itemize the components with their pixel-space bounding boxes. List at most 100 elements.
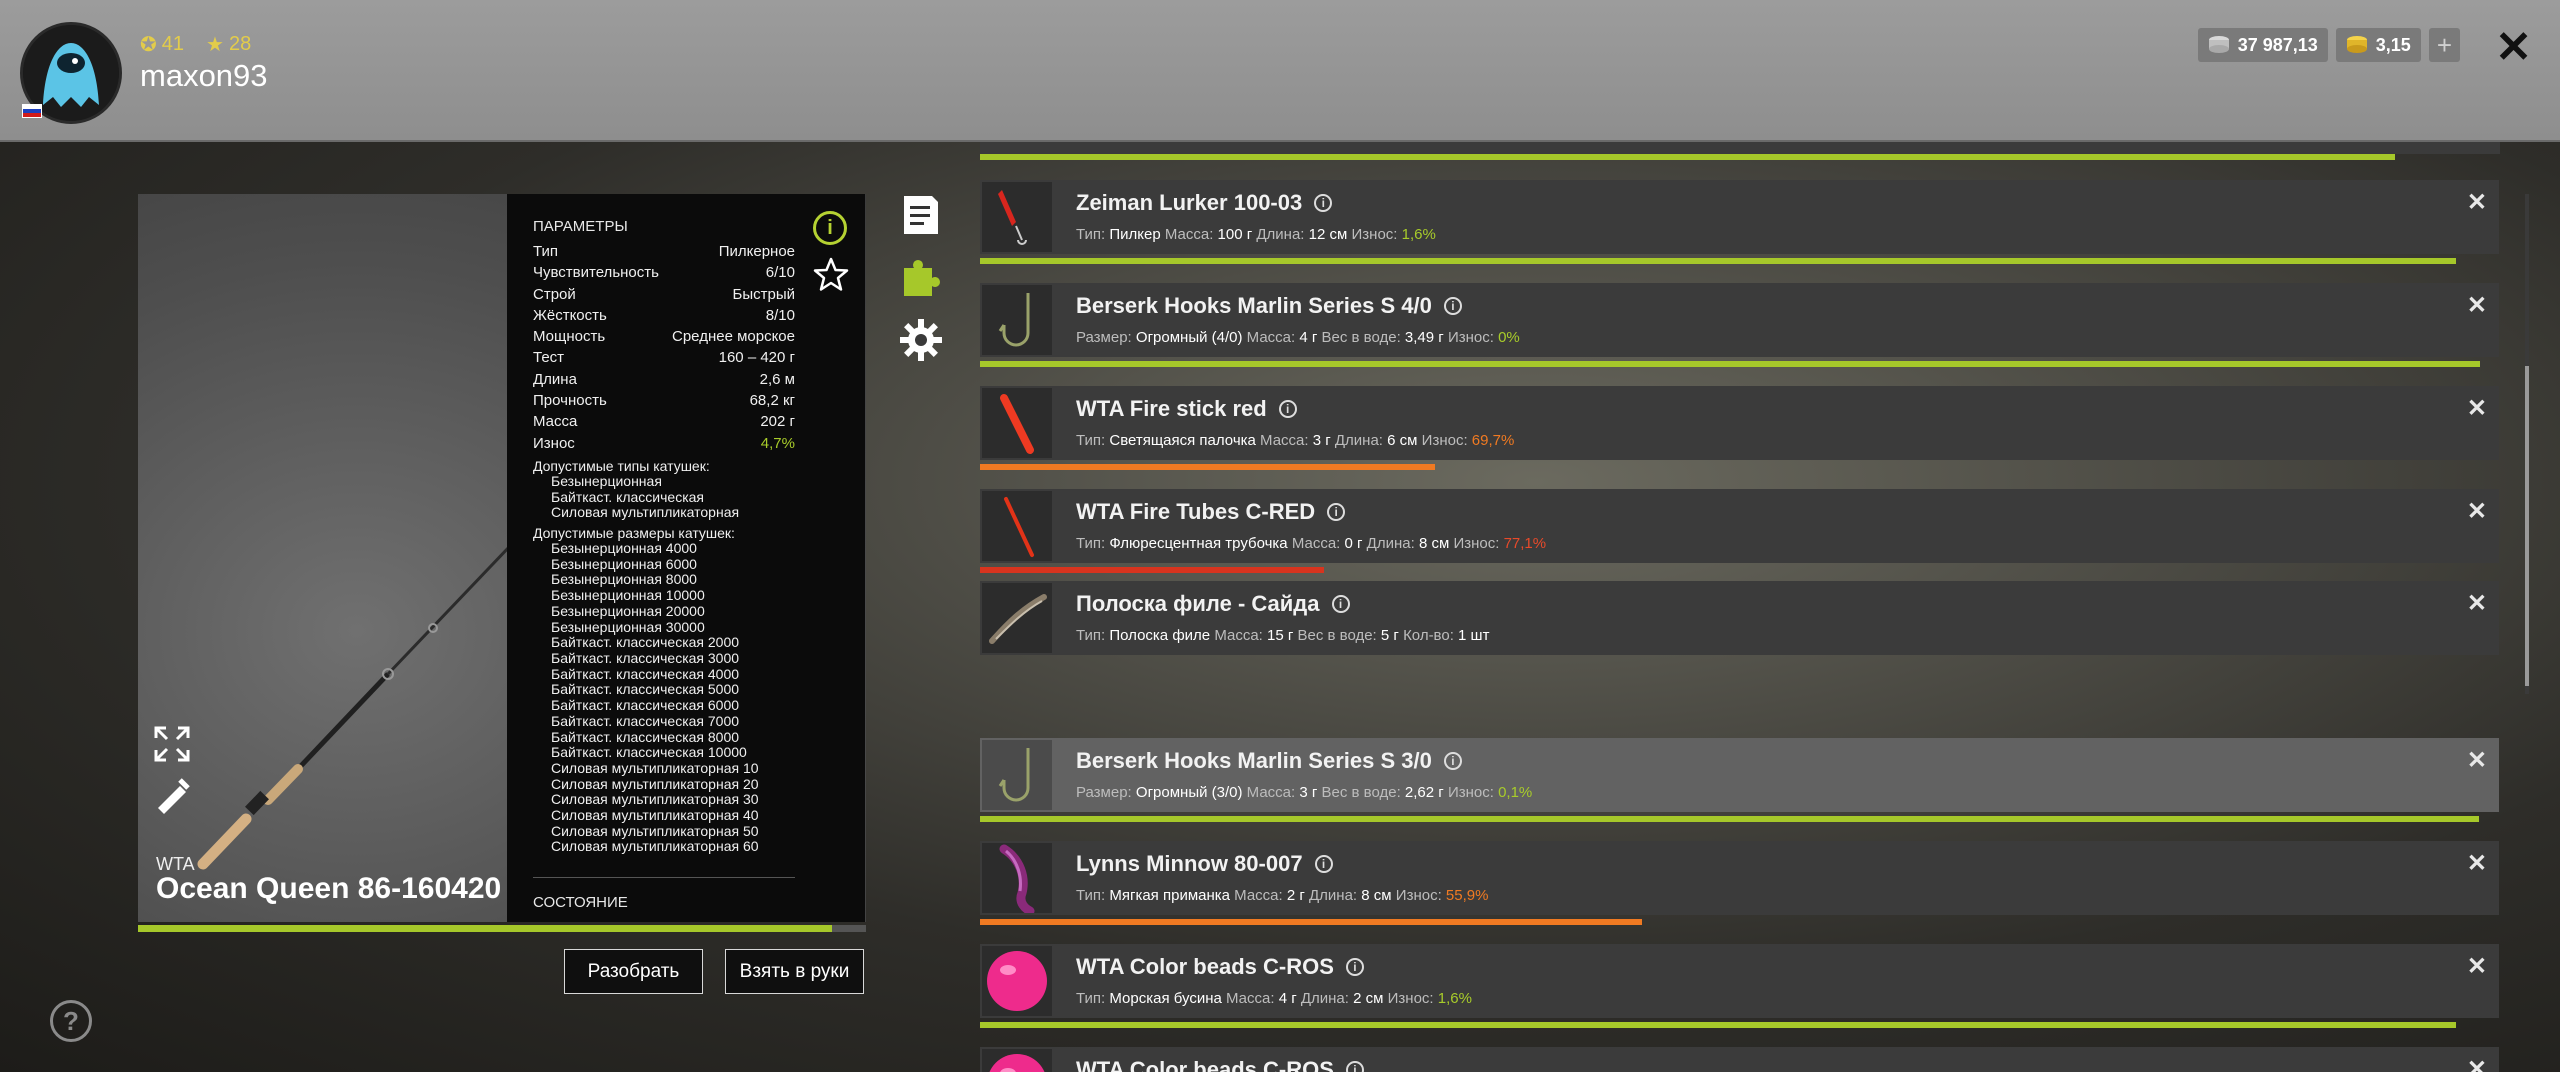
reel-types-list: Безынерционная Байткаст. классическая Сило… xyxy=(533,473,839,521)
desc-value: 12 см xyxy=(1308,226,1348,243)
info-icon[interactable]: i xyxy=(1327,503,1346,521)
tackle-list-item[interactable]: Полоска филе - Сайда i Тип: Полоска филе М… xyxy=(980,581,2499,655)
desc-value: 4 г xyxy=(1299,329,1318,346)
level-value: 41 xyxy=(161,33,185,55)
disassemble-button[interactable]: Разобрать xyxy=(564,949,703,994)
info-icon[interactable]: i xyxy=(1314,855,1333,873)
info-icon[interactable]: i xyxy=(1331,595,1350,613)
list-row-partial xyxy=(980,142,2500,154)
parameter-label: Жёсткость xyxy=(533,306,607,324)
close-icon[interactable]: ✕ xyxy=(2467,952,2487,981)
close-icon[interactable]: ✕ xyxy=(2467,394,2487,423)
close-icon[interactable]: ✕ xyxy=(2467,746,2487,775)
divider xyxy=(533,877,795,879)
info-icon[interactable]: i xyxy=(813,211,847,245)
item-name: WTA Fire Tubes C-RED xyxy=(1076,499,1316,524)
scrollbar-thumb[interactable] xyxy=(2525,366,2529,686)
tackle-list-item[interactable]: Zeiman Lurker 100-03 i Тип: Пилкер Масса: … xyxy=(980,180,2499,254)
info-icon[interactable]: i xyxy=(1443,752,1462,770)
item-name: Berserk Hooks Marlin Series S 3/0 xyxy=(1076,748,1432,773)
parameter-label: Длина xyxy=(533,370,577,388)
hook-thumbnail xyxy=(982,285,1052,355)
state-title: СОСТОЯНИЕ xyxy=(533,894,628,912)
document-icon[interactable] xyxy=(898,192,944,238)
tackle-list-item[interactable]: Berserk Hooks Marlin Series S 3/0 i Размер… xyxy=(980,738,2499,812)
reel-size-item: Силовая мультипликаторная 50 xyxy=(551,822,759,839)
info-icon[interactable]: i xyxy=(1443,297,1462,315)
desc-value: Пилкер xyxy=(1109,226,1161,243)
desc-label: Тип: xyxy=(1076,990,1106,1007)
desc-label: Масса: xyxy=(1234,887,1283,904)
measure-tool-icon[interactable] xyxy=(152,774,192,814)
gold-balance: 3,15 xyxy=(2335,28,2421,62)
item-name: WTA Color beads C-ROS xyxy=(1076,1057,1334,1072)
close-icon[interactable]: ✕ xyxy=(2467,497,2487,526)
desc-label: Тип: xyxy=(1076,226,1106,243)
desc-label: Вес в воде: xyxy=(1321,329,1401,346)
wear-value: 1,6% xyxy=(1401,226,1436,243)
desc-label: Вес в воде: xyxy=(1321,784,1401,801)
desc-value: 8 см xyxy=(1361,887,1392,904)
close-icon[interactable]: ✕ xyxy=(2467,849,2487,878)
parameter-value: Быстрый xyxy=(732,285,796,303)
scrollbar[interactable] xyxy=(2525,194,2529,694)
tackle-list-item[interactable]: WTA Fire stick red i Тип: Светящаяся палоч… xyxy=(980,386,2499,460)
tackle-list-item[interactable]: WTA Color beads C-ROS i Тип: Морская бусин… xyxy=(980,944,2499,1018)
tackle-list-item[interactable]: Lynns Minnow 80-007 i Тип: Мягкая приманка… xyxy=(980,841,2499,916)
hook-icon xyxy=(998,748,1030,802)
info-icon[interactable]: i xyxy=(1345,958,1364,976)
info-icon[interactable]: i xyxy=(1314,194,1333,212)
info-icon[interactable]: i xyxy=(1278,400,1297,418)
player-stats: ✪ 41 ★ 28 xyxy=(140,32,251,57)
tackle-list-item[interactable]: WTA Color beads C-ROS i ✕ xyxy=(980,1047,2499,1072)
pink-bead-icon xyxy=(987,951,1047,1011)
item-name: Полоска филе - Сайда xyxy=(1076,591,1320,616)
wear-label: Износ: xyxy=(1421,432,1468,449)
close-icon[interactable]: ✕ xyxy=(2467,1055,2487,1072)
item-title: WTA Color beads C-ROS i xyxy=(1076,1057,1364,1072)
desc-label: Размер: xyxy=(1076,784,1132,801)
currency-bar: 37 987,13 3,15 + xyxy=(2197,28,2460,62)
rating-star-icon: ★ xyxy=(206,34,224,56)
wear-label: Износ: xyxy=(1453,535,1500,552)
reel-size-item: Байткаст. классическая 10000 xyxy=(551,744,747,761)
reel-size-item: Силовая мультипликаторная 20 xyxy=(551,775,759,792)
reel-size-item: Байткаст. классическая 2000 xyxy=(551,634,740,651)
parameter-row: Износ 4,7% xyxy=(533,433,795,454)
desc-value: Полоска филе xyxy=(1109,627,1211,644)
wear-bar xyxy=(980,919,1642,925)
tackle-list-item[interactable]: WTA Fire Tubes C-RED i Тип: Флюресцентная … xyxy=(980,489,2499,563)
parameters-title: ПАРАМЕТРЫ xyxy=(533,218,628,235)
parameter-value: 8/10 xyxy=(765,306,795,324)
wear-value: 77,1% xyxy=(1503,535,1547,552)
tackle-list-item[interactable]: Berserk Hooks Marlin Series S 4/0 i Размер… xyxy=(980,283,2499,357)
item-title: WTA Fire Tubes C-RED i xyxy=(1076,499,1346,525)
desc-label: Вес в воде: xyxy=(1297,627,1377,644)
soft-bait-thumbnail xyxy=(982,843,1052,916)
item-name: Berserk Hooks Marlin Series S 4/0 xyxy=(1076,293,1432,318)
help-icon[interactable]: ? xyxy=(50,1000,92,1042)
take-in-hands-button[interactable]: Взять в руки xyxy=(725,949,864,994)
item-description: Тип: Мягкая приманка Масса: 2 г Длина: 8… xyxy=(1076,887,1488,904)
soft-bait-icon xyxy=(999,844,1035,916)
puzzle-icon[interactable] xyxy=(898,254,944,300)
wear-value: 1,6% xyxy=(1437,990,1472,1007)
favorite-star-icon[interactable] xyxy=(812,256,850,294)
close-icon[interactable]: ✕ xyxy=(2467,291,2487,320)
reel-types-title: Допустимые типы катушек: xyxy=(533,457,710,474)
hook-thumbnail xyxy=(982,740,1052,810)
add-currency-button[interactable]: + xyxy=(2428,28,2460,62)
close-icon[interactable]: ✕ xyxy=(2467,188,2487,217)
pink-bead-icon xyxy=(989,1054,1045,1072)
item-description: Тип: Светящаяся палочка Масса: 3 г Длина… xyxy=(1076,432,1514,449)
close-icon[interactable]: ✕ xyxy=(2467,589,2487,618)
info-icon[interactable]: i xyxy=(1345,1061,1364,1072)
close-icon[interactable]: ✕ xyxy=(2495,22,2532,73)
parameter-row: Мощность Среднее морское xyxy=(533,326,795,347)
pink-bead-thumbnail xyxy=(982,1049,1052,1072)
desc-label: Тип: xyxy=(1076,627,1106,644)
gear-icon[interactable] xyxy=(898,317,944,363)
expand-icon[interactable] xyxy=(152,724,192,764)
item-name: Lynns Minnow 80-007 xyxy=(1076,851,1303,876)
reel-size-item: Байткаст. классическая 4000 xyxy=(551,665,740,682)
